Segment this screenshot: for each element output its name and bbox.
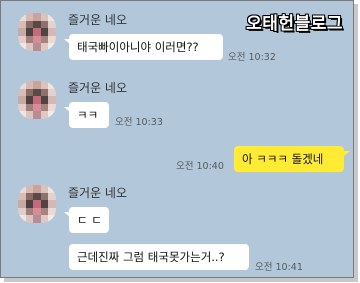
sender-name: 즐거운 네오 [68,186,128,200]
avatar-pixel [48,111,56,119]
avatar-pixel [18,88,26,97]
avatar-pixel [40,111,49,119]
avatar-pixel [33,81,41,89]
avatar-pixel [18,43,26,51]
avatar-pixel [40,13,49,21]
sender-name: 즐거운 네오 [68,13,128,27]
avatar-pixel [33,20,41,29]
message-bubble[interactable]: ㄷ ㄷ [69,207,109,233]
avatar-pixel [40,28,49,36]
avatar-pixel [25,20,34,29]
avatar-pixel [40,88,49,97]
my-message-bubble[interactable]: 아 ㅋㅋㅋ 돌겠네 [234,146,344,172]
avatar-pixel [33,43,41,51]
avatar-pixel [40,35,49,44]
avatar-pixel [25,103,34,112]
avatar-pixel [40,103,49,112]
avatar-pixel [48,96,56,104]
avatar-pixel [33,88,41,97]
avatar-pixel [18,96,26,104]
avatar-pixel [18,192,26,201]
chat-window[interactable]: 오태헌블로그 즐거운 네오 태국빠이아니야 이러면?? 오전 10:32 즐거운… [0,0,354,278]
avatar-pixel [40,96,49,104]
message-time: 오전 10:33 [115,117,163,128]
message-bubble[interactable]: 근데진짜 그럼 태국못가는거..? [69,244,249,270]
avatar-pixel [40,207,49,216]
avatar-pixel [40,200,49,208]
avatar[interactable] [18,185,56,223]
avatar-pixel [48,43,56,51]
avatar-pixel [25,35,34,44]
message-bubble[interactable]: 태국빠이아니야 이러면?? [69,34,223,60]
avatar-pixel [33,207,41,216]
avatar-pixel [33,35,41,44]
avatar-pixel [48,88,56,97]
avatar-pixel [18,200,26,208]
avatar-pixel [18,215,26,223]
avatar-pixel [25,200,34,208]
avatar-pixel [40,43,49,51]
avatar-pixel [33,96,41,104]
avatar-pixel [25,215,34,223]
avatar-pixel [25,207,34,216]
avatar[interactable] [18,81,56,119]
avatar-pixel [18,111,26,119]
avatar-pixel [48,35,56,44]
avatar-pixel [25,96,34,104]
avatar-pixel [18,28,26,36]
avatar-pixel [33,192,41,201]
avatar-pixel [40,185,49,193]
avatar-pixel [48,215,56,223]
avatar-pixel [48,207,56,216]
avatar-pixel [48,192,56,201]
avatar-pixel [33,111,41,119]
avatar-pixel [18,20,26,29]
avatar-pixel [33,215,41,223]
avatar-pixel [33,28,41,36]
blog-watermark: 오태헌블로그 [246,14,343,34]
avatar-pixel [18,35,26,44]
avatar-pixel [48,28,56,36]
avatar-pixel [48,185,56,193]
avatar-pixel [48,20,56,29]
avatar-pixel [33,200,41,208]
avatar-pixel [40,81,49,89]
avatar-pixel [25,81,34,89]
avatar-pixel [18,185,26,193]
my-bubble-tail [344,151,350,156]
avatar-pixel [40,20,49,29]
avatar-pixel [25,88,34,97]
avatar-pixel [33,13,41,21]
avatar-pixel [48,200,56,208]
message-bubble[interactable]: ㅋㅋ [69,102,109,128]
avatar-pixel [18,81,26,89]
avatar-pixel [48,103,56,112]
message-time: 오전 10:40 [176,161,224,172]
avatar-pixel [33,103,41,112]
avatar-pixel [25,28,34,36]
message-time: 오전 10:41 [255,262,303,273]
avatar-pixel [48,81,56,89]
avatar-pixel [40,192,49,201]
avatar-pixel [33,185,41,193]
avatar-pixel [25,111,34,119]
sender-name: 즐거운 네오 [68,81,128,95]
avatar-pixel [40,215,49,223]
avatar-pixel [18,13,26,21]
avatar-pixel [25,13,34,21]
avatar-pixel [25,192,34,201]
avatar-pixel [25,43,34,51]
avatar-pixel [18,207,26,216]
avatar[interactable] [18,13,56,51]
message-time: 오전 10:32 [228,52,276,63]
avatar-pixel [18,103,26,112]
avatar-pixel [25,185,34,193]
avatar-pixel [48,13,56,21]
